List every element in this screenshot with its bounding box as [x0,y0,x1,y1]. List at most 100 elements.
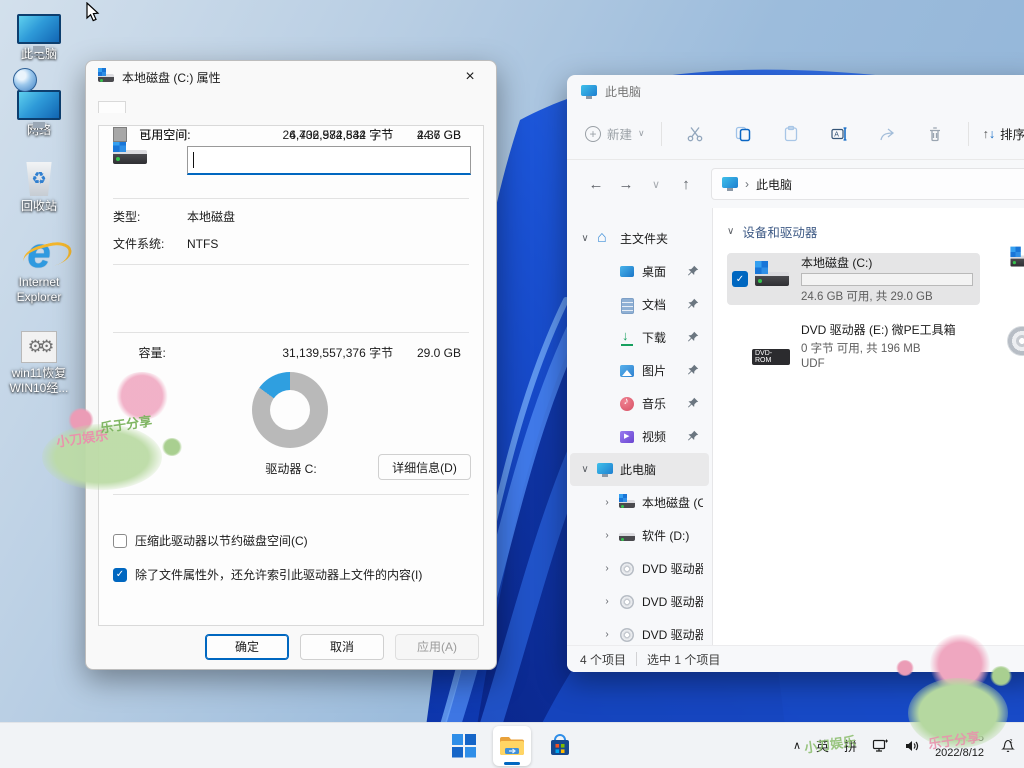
space-bytes: 26,436,972,544 字节 [252,126,393,143]
sidebar-item-label: 下载 [642,329,666,346]
desktop-icon-network[interactable]: 网络 [0,76,78,138]
legend-swatch [113,127,127,142]
sidebar-item-dvd-e[interactable]: › DVD 驱动器 (E:) [570,552,709,585]
dialog-titlebar[interactable]: 本地磁盘 (C:) 属性 × [86,61,496,93]
breadcrumb-item[interactable]: 此电脑 [756,176,792,193]
this-pc-icon [722,176,738,192]
dialog-tab-sharing[interactable] [182,101,210,113]
sidebar-chevron-icon[interactable]: › [602,530,612,541]
selected-count: 选中 1 个项目 [647,651,720,668]
desktop-icon-recycle-bin[interactable]: ♻ 回收站 [0,152,78,214]
close-icon[interactable]: × [456,68,484,86]
sidebar-item-label: 此电脑 [620,461,656,478]
dialog-tab-security[interactable] [210,101,238,113]
rename-icon[interactable]: A [822,125,856,143]
sidebar-item-dvd-f2[interactable]: › DVD 驱动器 (F:) [570,618,709,645]
desktop-icon-this-pc[interactable]: 此电脑 [0,0,78,62]
group-header[interactable]: ∨ 设备和驱动器 [727,222,1024,241]
paste-icon[interactable] [774,125,808,143]
sidebar-chevron-icon[interactable]: › [602,563,612,574]
pin-icon [687,331,699,343]
sidebar-item-icon [619,429,635,445]
sidebar-item-icon [619,396,635,412]
sidebar-item-label: 图片 [642,362,666,379]
sidebar-chevron-icon[interactable]: › [602,629,612,640]
volume-icon[interactable] [904,739,920,753]
partial-drive-icon[interactable] [1007,254,1024,268]
sidebar-item-icon [619,528,635,544]
microsoft-store-button[interactable] [541,726,579,766]
drive-tiles: ✓ 本地磁盘 (C:) 24.6 GB 可用, 共 29.0 GB ✓ DVD-… [727,253,1024,371]
drive-tile-dvd-e[interactable]: ✓ DVD-ROM DVD 驱动器 (E:) 微PE工具箱 0 字节 可用, 共… [727,319,980,371]
sidebar-item-music[interactable]: 音乐 [570,387,709,420]
sidebar-chevron-icon[interactable]: ∨ [580,464,590,475]
back-icon[interactable]: ← [583,176,609,193]
filesystem-value: NTFS [187,237,218,251]
delete-icon[interactable] [918,125,952,143]
drive-tile-local-disk-c[interactable]: ✓ 本地磁盘 (C:) 24.6 GB 可用, 共 29.0 GB [727,253,980,305]
breadcrumb-separator: › [745,177,749,191]
sidebar-item-drive-d[interactable]: › 软件 (D:) [570,519,709,552]
forward-icon[interactable]: → [613,176,639,193]
sidebar-item-documents[interactable]: 文档 [570,288,709,321]
sidebar-item-this-pc[interactable]: ∨ 此电脑 [570,453,709,486]
file-explorer-taskbar-button[interactable] [493,726,531,766]
cancel-button[interactable]: 取消 [300,634,384,660]
capacity-bar [801,273,973,286]
explorer-titlebar[interactable]: 此电脑 [567,75,1024,108]
up-icon[interactable]: ↑ [673,176,699,193]
sidebar-item-downloads[interactable]: 下载 [570,321,709,354]
desktop-icon-internet-explorer[interactable]: e Internet Explorer [0,228,78,305]
dialog-tab-hardware[interactable] [154,101,182,113]
copy-icon[interactable] [726,125,760,143]
sidebar-chevron-icon[interactable]: › [602,596,612,607]
desktop-icon-label: win11恢复 WIN10经... [1,366,77,396]
taskbar-clock[interactable]: 14:55 2022/8/12 [935,731,984,761]
sidebar-item-pictures[interactable]: 图片 [570,354,709,387]
sidebar-item-videos[interactable]: 视频 [570,420,709,453]
sort-button[interactable]: ↑↓ 排序 [983,124,1024,143]
sidebar-item-dvd-f[interactable]: › DVD 驱动器 (F:) [570,585,709,618]
cut-icon[interactable] [678,125,712,143]
chevron-down-icon: ∨ [638,128,645,139]
sidebar-chevron-icon[interactable]: › [602,497,612,508]
partial-dvd-icon[interactable] [1007,326,1024,356]
share-icon[interactable] [870,125,904,143]
index-checkbox[interactable]: ✓ [113,568,127,582]
details-button[interactable]: 详细信息(D) [378,454,471,480]
ime-lang-indicator[interactable]: 英 [816,736,829,755]
sidebar-item-desktop[interactable]: 桌面 [570,255,709,288]
breadcrumb[interactable]: › 此电脑 [711,168,1024,200]
ime-pinyin-indicator[interactable]: 拼 [844,736,857,755]
tile-checkbox[interactable]: ✓ [732,271,748,287]
ok-button[interactable]: 确定 [205,634,289,660]
network-icon[interactable] [872,738,889,753]
history-dropdown-icon[interactable]: ∨ [643,178,669,191]
start-button[interactable] [445,726,483,766]
notification-bell-icon[interactable]: z [999,737,1016,754]
dialog-tab-general[interactable] [98,101,126,113]
sidebar-item-label: 主文件夹 [620,230,668,247]
dialog-tab-tools[interactable] [126,101,154,113]
sidebar-item-drive-c[interactable]: › 本地磁盘 (C:) [570,486,709,519]
sidebar-chevron-icon[interactable]: ∨ [580,233,590,244]
explorer-title: 此电脑 [605,83,641,100]
volume-label-input[interactable] [187,146,471,175]
usage-donut [252,372,328,448]
dialog-tab-quota[interactable] [238,101,266,113]
desktop-icon-win11-restore[interactable]: ⚙⚙ win11恢复 WIN10经... [0,319,78,396]
system-tray: ∧ 英 拼 14:55 2022/8/12 [793,723,1016,768]
compress-checkbox[interactable] [113,534,127,548]
compress-checkbox-label: 压缩此驱动器以节约磁盘空间(C) [135,532,308,549]
sidebar-item-label: 音乐 [642,395,666,412]
chevron-down-icon: ∨ [727,226,734,237]
new-button[interactable]: + 新建 ∨ [585,124,645,143]
drive-tile-icon [753,272,791,286]
explorer-statusbar: 4 个项目 选中 1 个项目 [567,645,1024,672]
desktop: 此电脑 网络 ♻ 回收站 e Internet Explorer ⚙⚙ win1… [0,0,1024,768]
type-label: 类型: [113,208,187,225]
tray-chevron-icon[interactable]: ∧ [793,739,801,752]
apply-button[interactable]: 应用(A) [395,634,479,660]
sidebar-item-home[interactable]: ∨ 主文件夹 [570,222,709,255]
capacity-label: 容量: [138,344,251,361]
